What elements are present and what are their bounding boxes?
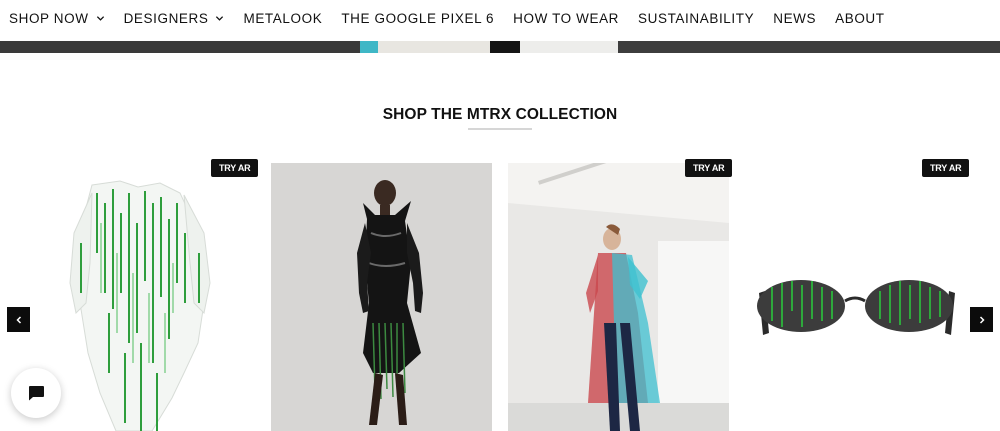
- nav-item-label: SUSTAINABILITY: [638, 10, 755, 26]
- main-nav: SHOP NOW DESIGNERS METALOOK THE GOOGLE P…: [0, 0, 1000, 36]
- nav-item-how-to-wear[interactable]: HOW TO WEAR: [513, 11, 619, 26]
- chevron-right-icon: [979, 315, 985, 324]
- chat-bubble-icon: [29, 386, 44, 401]
- nav-item-label: THE GOOGLE PIXEL 6: [341, 10, 495, 26]
- nav-item-news[interactable]: NEWS: [773, 11, 816, 26]
- product-card[interactable]: [508, 163, 729, 431]
- nav-item-metalook[interactable]: METALOOK: [243, 11, 322, 26]
- product-card[interactable]: [34, 163, 255, 431]
- product-image: [745, 163, 966, 431]
- product-image: [34, 163, 255, 431]
- nav-item-label: METALOOK: [243, 10, 323, 26]
- title-underline: [468, 128, 532, 130]
- carousel-next-button[interactable]: [970, 307, 993, 332]
- chat-button[interactable]: [11, 368, 61, 418]
- nav-item-designers[interactable]: DESIGNERS: [124, 11, 225, 26]
- nav-item-label: DESIGNERS: [123, 10, 209, 26]
- nav-item-label: HOW TO WEAR: [513, 10, 620, 26]
- chevron-down-icon: [96, 15, 104, 21]
- hero-banner-edge: [0, 41, 1000, 53]
- product-image: [508, 163, 729, 431]
- chevron-left-icon: [15, 315, 21, 324]
- nav-item-about[interactable]: ABOUT: [835, 11, 885, 26]
- nav-item-label: NEWS: [773, 10, 817, 26]
- carousel-prev-button[interactable]: [7, 307, 30, 332]
- nav-item-label: ABOUT: [835, 10, 885, 26]
- try-ar-badge[interactable]: TRY AR: [211, 159, 259, 177]
- nav-item-shop-now[interactable]: SHOP NOW: [9, 11, 105, 26]
- product-card[interactable]: [745, 163, 966, 431]
- product-card[interactable]: [271, 163, 492, 431]
- product-image: [271, 163, 492, 431]
- nav-item-google-pixel-6[interactable]: THE GOOGLE PIXEL 6: [341, 11, 494, 26]
- nav-item-label: SHOP NOW: [9, 10, 89, 26]
- nav-item-sustainability[interactable]: SUSTAINABILITY: [638, 11, 754, 26]
- try-ar-badge[interactable]: TRY AR: [685, 159, 733, 177]
- section-title: SHOP THE MTRX COLLECTION: [382, 106, 618, 123]
- chevron-down-icon: [216, 15, 224, 21]
- try-ar-badge[interactable]: TRY AR: [922, 159, 970, 177]
